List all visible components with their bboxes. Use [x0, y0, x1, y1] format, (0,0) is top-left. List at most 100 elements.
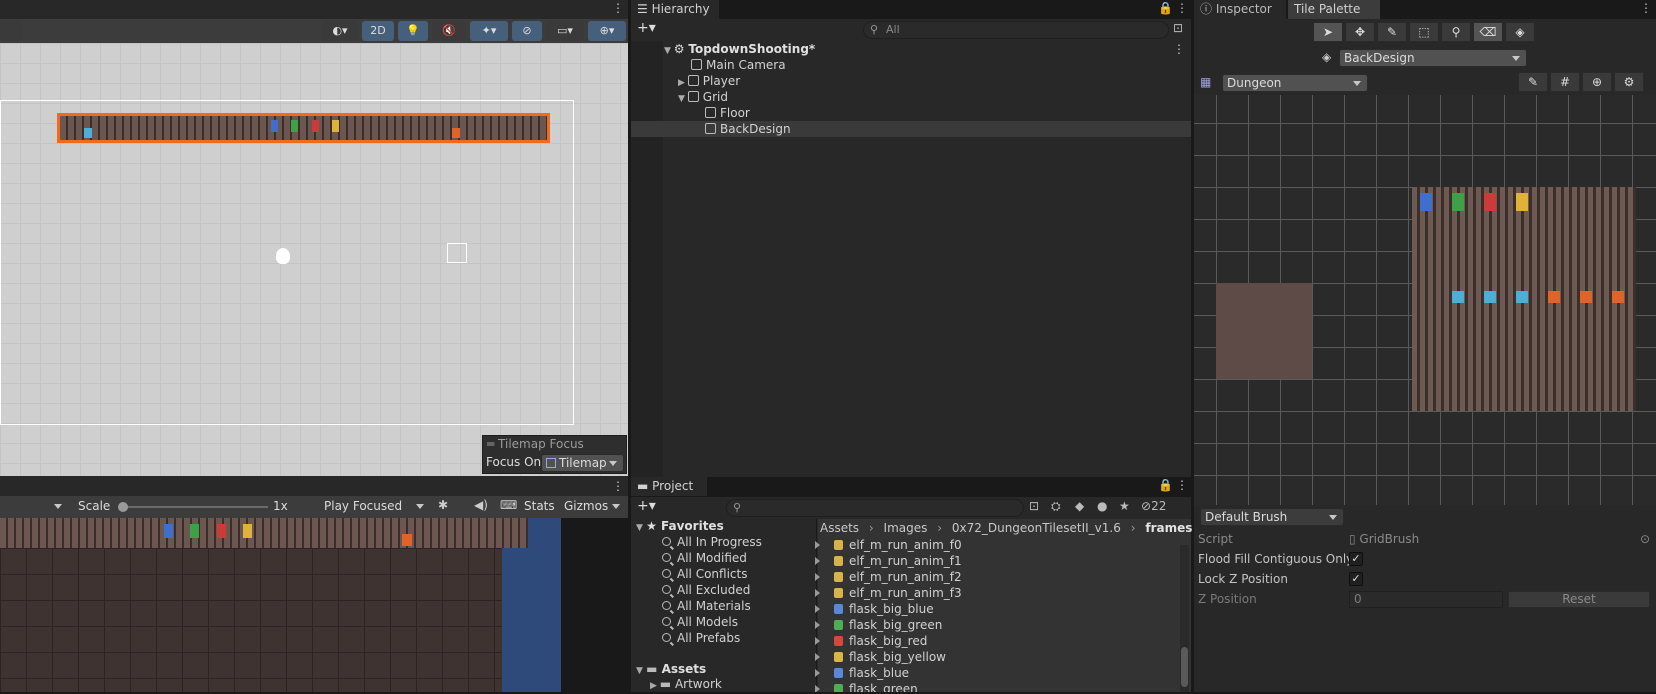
- scale-slider[interactable]: [118, 502, 268, 512]
- select-tool-button[interactable]: ➤: [1313, 22, 1343, 42]
- lighting-icon[interactable]: 💡: [398, 21, 428, 41]
- palette-dropdown[interactable]: Dungeon: [1222, 74, 1368, 92]
- list-item[interactable]: elf_m_run_anim_f0: [815, 537, 962, 553]
- more-options-icon[interactable]: ⋮: [612, 1, 624, 15]
- list-item[interactable]: All In Progress: [662, 534, 762, 550]
- keyboard-icon[interactable]: ⌨: [500, 498, 517, 512]
- breadcrumb-item[interactable]: Assets: [820, 521, 859, 535]
- list-item[interactable]: elf_m_run_anim_f2: [815, 569, 962, 585]
- lock-z-checkbox[interactable]: ✓: [1349, 572, 1363, 586]
- tab-inspector[interactable]: ⓘ Inspector: [1194, 0, 1286, 19]
- expand-icon[interactable]: [815, 541, 824, 549]
- tab-project[interactable]: ▬ Project: [631, 477, 707, 496]
- more-options-icon[interactable]: ⋮: [1176, 1, 1188, 15]
- box-fill-tool-button[interactable]: ⬚: [1409, 22, 1439, 42]
- breadcrumb-item[interactable]: Images: [884, 521, 928, 535]
- list-item[interactable]: ▶ ▬ Artwork: [650, 677, 722, 692]
- palette-grid[interactable]: [1194, 95, 1656, 505]
- reset-button[interactable]: Reset: [1508, 591, 1650, 608]
- camera-icon[interactable]: ▭▾: [546, 21, 584, 41]
- list-item[interactable]: elf_m_run_anim_f3: [815, 585, 962, 601]
- list-item[interactable]: ▶ Player: [678, 73, 740, 89]
- audio-icon[interactable]: 🔇: [432, 21, 466, 41]
- more-options-icon[interactable]: ⋮: [1176, 478, 1188, 492]
- expand-icon[interactable]: ▼: [664, 46, 674, 56]
- fill-tool-button[interactable]: ◈: [1505, 22, 1535, 42]
- add-icon[interactable]: +▾: [637, 20, 656, 36]
- mute-icon[interactable]: ◀): [474, 498, 488, 512]
- more-options-icon[interactable]: ⋮: [1640, 1, 1652, 15]
- breadcrumb-item[interactable]: frames: [1145, 521, 1192, 535]
- type-filter-icon[interactable]: ⛭: [1051, 499, 1061, 514]
- erase-tool-button[interactable]: ⌫: [1473, 22, 1503, 42]
- stats-button[interactable]: Stats: [524, 499, 555, 513]
- expand-icon[interactable]: [815, 589, 824, 597]
- mode-2d-button[interactable]: 2D: [362, 21, 394, 41]
- breadcrumb-item[interactable]: 0x72_DungeonTilesetII_v1.6: [952, 521, 1121, 535]
- paint-tool-button[interactable]: ✎: [1377, 22, 1407, 42]
- add-icon[interactable]: +▾: [637, 498, 656, 514]
- list-item[interactable]: All Excluded: [662, 582, 750, 598]
- scrollbar[interactable]: [1180, 545, 1189, 692]
- list-item[interactable]: elf_m_run_anim_f1: [815, 553, 962, 569]
- hierarchy-search-input[interactable]: ⚲ All: [863, 21, 1169, 39]
- target-icon[interactable]: ⊙: [1640, 531, 1650, 547]
- expand-icon[interactable]: ▼: [678, 94, 688, 104]
- list-item[interactable]: All Prefabs: [662, 630, 740, 646]
- list-item[interactable]: flask_blue: [815, 665, 909, 681]
- expand-icon[interactable]: [815, 653, 824, 661]
- list-item[interactable]: flask_big_blue: [815, 601, 934, 617]
- scrollbar-thumb[interactable]: [1181, 647, 1188, 687]
- play-mode-dropdown[interactable]: Play Focused: [320, 498, 430, 516]
- slider-thumb[interactable]: [118, 502, 128, 512]
- list-item-selected[interactable]: BackDesign: [631, 121, 1191, 137]
- grid-toggle-button[interactable]: #: [1550, 72, 1580, 92]
- list-item[interactable]: All Conflicts: [662, 566, 747, 582]
- expand-icon[interactable]: [815, 557, 824, 565]
- effects-icon[interactable]: ✦▾: [470, 21, 508, 41]
- gizmos-icon[interactable]: ⊕▾: [588, 21, 626, 41]
- edit-palette-button[interactable]: ✎: [1518, 72, 1548, 92]
- focus-on-dropdown[interactable]: Tilemap: [541, 454, 624, 472]
- tilemap-selection[interactable]: [57, 113, 550, 143]
- expand-icon[interactable]: [815, 637, 824, 645]
- brush-dropdown[interactable]: Default Brush: [1200, 508, 1344, 526]
- display-dropdown[interactable]: [0, 498, 68, 516]
- visibility-icon[interactable]: ⊘: [512, 21, 542, 41]
- palette-settings-button[interactable]: ⚙: [1614, 72, 1644, 92]
- search-scope-icon[interactable]: ⊡: [1029, 499, 1039, 513]
- flood-fill-checkbox[interactable]: ✓: [1349, 552, 1363, 566]
- player-sprite[interactable]: [276, 248, 290, 264]
- list-item[interactable]: Main Camera: [691, 57, 786, 73]
- bug-icon[interactable]: ✱: [438, 498, 448, 512]
- picker-tool-button[interactable]: ⚲: [1441, 22, 1471, 42]
- expand-icon[interactable]: [815, 621, 824, 629]
- hidden-packages-icon[interactable]: ⊘22: [1141, 499, 1166, 513]
- search-options-icon[interactable]: ⊡: [1173, 21, 1183, 35]
- expand-icon[interactable]: [815, 685, 824, 692]
- shading-mode-icon[interactable]: ◐▾: [322, 21, 358, 41]
- favorite-icon[interactable]: ★: [1119, 499, 1130, 513]
- game-canvas[interactable]: [0, 518, 628, 692]
- tab-tile-palette[interactable]: Tile Palette: [1288, 0, 1380, 19]
- scene-canvas[interactable]: ═ Tilemap Focus Focus On Tilemap: [0, 43, 628, 476]
- expand-icon[interactable]: ▶: [678, 78, 688, 88]
- label-filter-icon[interactable]: ◆: [1075, 499, 1084, 513]
- lock-icon[interactable]: 🔒: [1158, 478, 1173, 492]
- list-item[interactable]: ▼ ⚙ TopdownShooting* ⋮: [664, 41, 1191, 57]
- favorites-header[interactable]: ▼ ★ Favorites: [636, 518, 724, 534]
- expand-icon[interactable]: [815, 605, 824, 613]
- tab-hierarchy[interactable]: ☰ Hierarchy: [631, 0, 719, 19]
- list-item[interactable]: All Models: [662, 614, 738, 630]
- list-item[interactable]: flask_green: [815, 681, 918, 692]
- gizmos-dropdown[interactable]: Gizmos: [560, 498, 626, 516]
- active-tilemap-dropdown[interactable]: BackDesign: [1339, 49, 1527, 67]
- project-search-input[interactable]: ⚲: [726, 499, 1024, 517]
- lock-icon[interactable]: 🔒: [1158, 1, 1173, 15]
- move-tool-button[interactable]: ✥: [1345, 22, 1375, 42]
- list-item[interactable]: Floor: [705, 105, 750, 121]
- list-item[interactable]: All Modified: [662, 550, 747, 566]
- more-options-icon[interactable]: ⋮: [612, 479, 624, 493]
- list-item[interactable]: flask_big_red: [815, 633, 927, 649]
- z-position-input[interactable]: 0: [1349, 591, 1503, 608]
